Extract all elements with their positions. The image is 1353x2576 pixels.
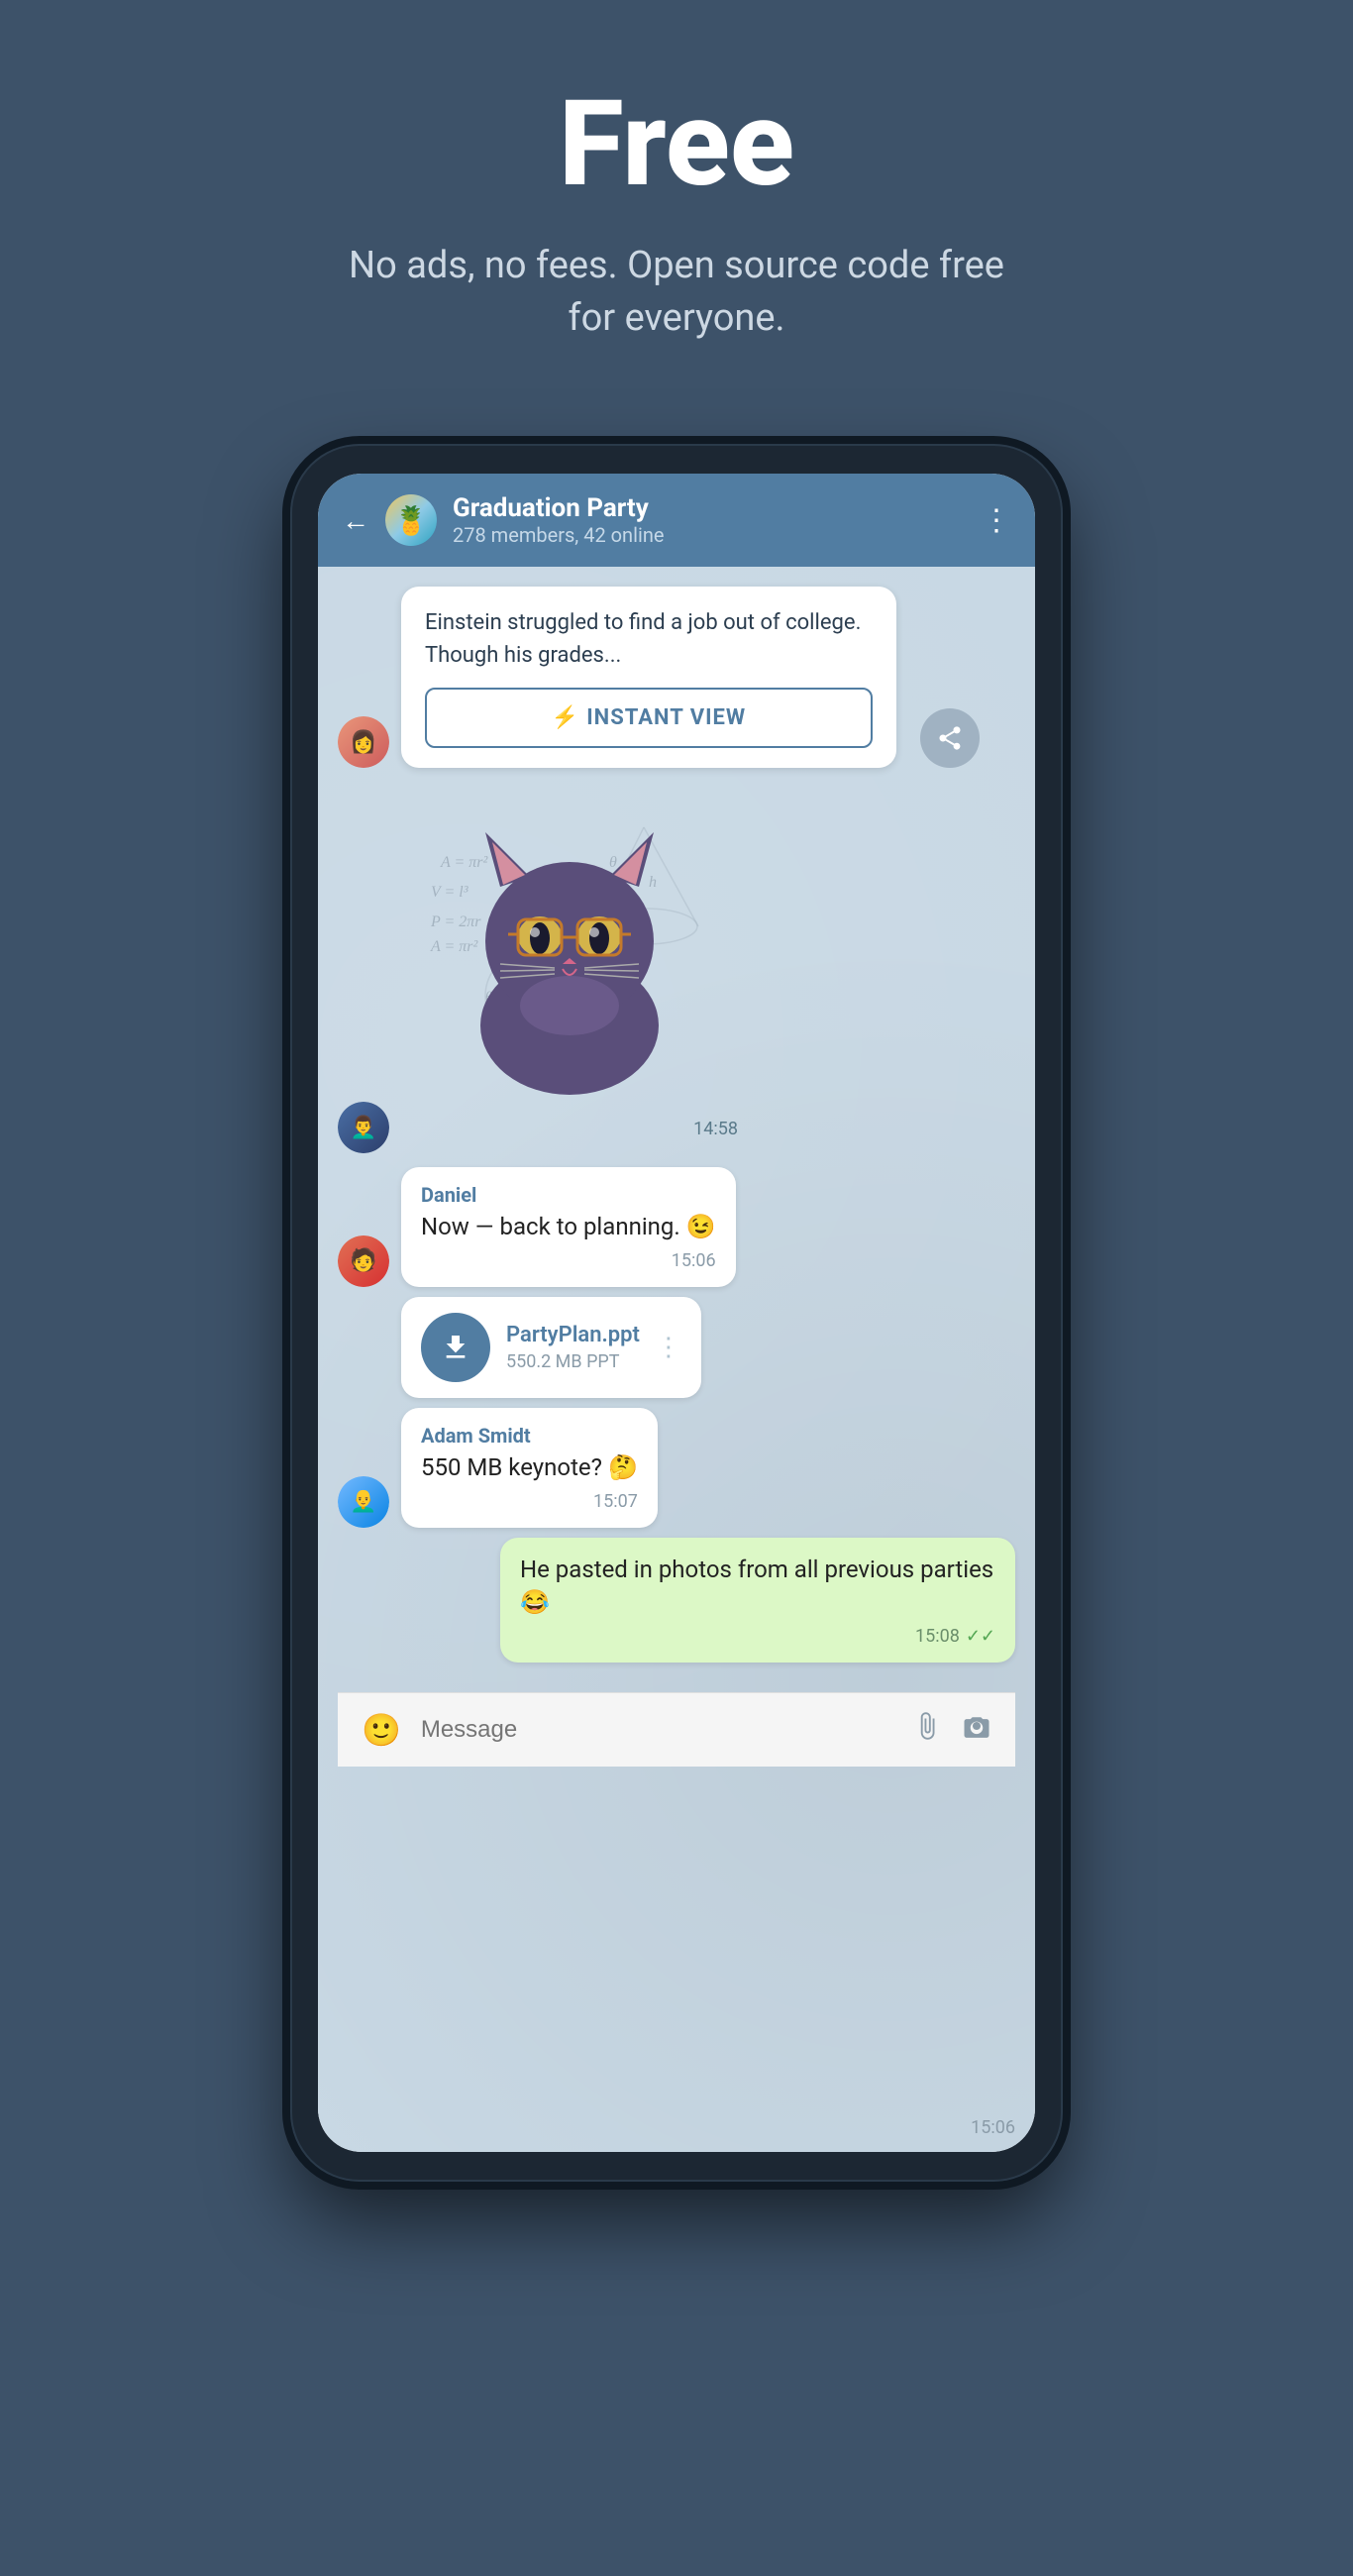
bottom-spacer <box>338 1672 1015 1692</box>
adam-sender: Adam Smidt <box>421 1424 638 1448</box>
svg-text:A = πr²: A = πr² <box>430 938 479 955</box>
sticker-row: 👨‍🦱 A = πr² V = l³ P = 2πr <box>338 778 1015 1153</box>
adam-text: 550 MB keynote? 🤔 <box>421 1451 638 1485</box>
avatar-girl: 👩 <box>338 716 389 768</box>
read-receipt-icon: ✓✓ <box>966 1626 995 1647</box>
daniel-text: Now — back to planning. 😉 <box>421 1211 716 1244</box>
chat-info: Graduation Party 278 members, 42 online <box>453 493 966 547</box>
avatar-adam: 👨‍🦲 <box>338 1476 389 1528</box>
iv-preview-text: Einstein struggled to find a job out of … <box>425 606 873 672</box>
file-menu-button[interactable]: ⋮ <box>656 1333 681 1362</box>
hero-title: Free <box>40 79 1313 210</box>
adam-time: 15:07 <box>593 1491 638 1512</box>
adam-meta: 15:07 <box>421 1491 638 1512</box>
chat-body: 👩 Einstein struggled to find a job out o… <box>318 567 1035 2152</box>
daniel-msg-row: 🧑 Daniel Now — back to planning. 😉 15:06 <box>338 1167 1015 1287</box>
adam-bubble: Adam Smidt 550 MB keynote? 🤔 15:07 <box>401 1408 658 1528</box>
back-button[interactable]: ← <box>342 504 369 537</box>
instant-view-button[interactable]: ⚡ INSTANT VIEW <box>425 688 873 748</box>
phone-wrapper: ← 🍍 Graduation Party 278 members, 42 onl… <box>290 444 1063 2182</box>
sticker-area: A = πr² V = l³ P = 2πr A = πr² θ h s = √… <box>401 778 738 1139</box>
own-text: He pasted in photos from all previous pa… <box>520 1554 995 1620</box>
group-meta: 278 members, 42 online <box>453 523 966 547</box>
file-size: 550.2 MB PPT <box>506 1351 640 1372</box>
file-name: PartyPlan.ppt <box>506 1323 640 1347</box>
avatar-guy1: 👨‍🦱 <box>338 1102 389 1153</box>
sticker-avatar-col: 👨‍🦱 <box>338 1102 401 1153</box>
group-avatar-emoji: 🍍 <box>394 504 429 537</box>
svg-text:A = πr²: A = πr² <box>440 854 489 871</box>
own-time: 15:08 <box>915 1626 960 1647</box>
cat-sticker: A = πr² V = l³ P = 2πr A = πr² θ h s = √… <box>401 778 738 1115</box>
chat-header: ← 🍍 Graduation Party 278 members, 42 onl… <box>318 474 1035 567</box>
sticker-time: 14:58 <box>693 1119 738 1139</box>
instant-view-card: Einstein struggled to find a job out of … <box>401 587 896 768</box>
input-bar: 🙂 <box>338 1692 1015 1767</box>
adam-msg-row: 👨‍🦲 Adam Smidt 550 MB keynote? 🤔 15:07 <box>338 1408 1015 1528</box>
instant-view-row: 👩 Einstein struggled to find a job out o… <box>338 587 1015 768</box>
group-name: Graduation Party <box>453 493 966 523</box>
daniel-bubble: Daniel Now — back to planning. 😉 15:06 <box>401 1167 736 1287</box>
file-download-button[interactable] <box>421 1313 490 1382</box>
attach-button[interactable] <box>912 1711 942 1748</box>
file-time: 15:06 <box>971 2117 1015 2138</box>
svg-text:h: h <box>649 874 657 891</box>
hero-subtitle: No ads, no fees. Open source code free f… <box>330 240 1023 345</box>
file-info: PartyPlan.ppt 550.2 MB PPT <box>506 1323 640 1372</box>
forward-button[interactable] <box>920 708 980 768</box>
own-msg-row: He pasted in photos from all previous pa… <box>338 1538 1015 1663</box>
svg-text:P = 2πr: P = 2πr <box>430 913 481 930</box>
instant-view-label: INSTANT VIEW <box>586 705 746 730</box>
camera-button[interactable] <box>962 1711 991 1748</box>
daniel-sender: Daniel <box>421 1183 716 1207</box>
file-time-container: 15:06 <box>971 2117 1015 2138</box>
chat-menu-button[interactable]: ⋮ <box>982 503 1011 538</box>
daniel-time: 15:06 <box>672 1250 716 1271</box>
own-meta: 15:08 ✓✓ <box>520 1626 995 1647</box>
avatar-daniel: 🧑 <box>338 1235 389 1287</box>
lightning-icon: ⚡ <box>552 705 578 730</box>
own-bubble: He pasted in photos from all previous pa… <box>500 1538 1015 1663</box>
file-msg-row: PartyPlan.ppt 550.2 MB PPT ⋮ 15:06 <box>338 1297 1015 1398</box>
daniel-meta: 15:06 <box>421 1250 716 1271</box>
file-bubble: PartyPlan.ppt 550.2 MB PPT ⋮ 15:06 <box>401 1297 701 1398</box>
emoji-button[interactable]: 🙂 <box>362 1711 401 1749</box>
message-input[interactable] <box>421 1716 892 1744</box>
svg-text:θ: θ <box>609 854 617 871</box>
phone-screen: ← 🍍 Graduation Party 278 members, 42 onl… <box>318 474 1035 2152</box>
group-avatar: 🍍 <box>385 494 437 546</box>
svg-text:V = l³: V = l³ <box>431 884 468 901</box>
phone-frame: ← 🍍 Graduation Party 278 members, 42 onl… <box>290 444 1063 2182</box>
hero-section: Free No ads, no fees. Open source code f… <box>0 0 1353 404</box>
